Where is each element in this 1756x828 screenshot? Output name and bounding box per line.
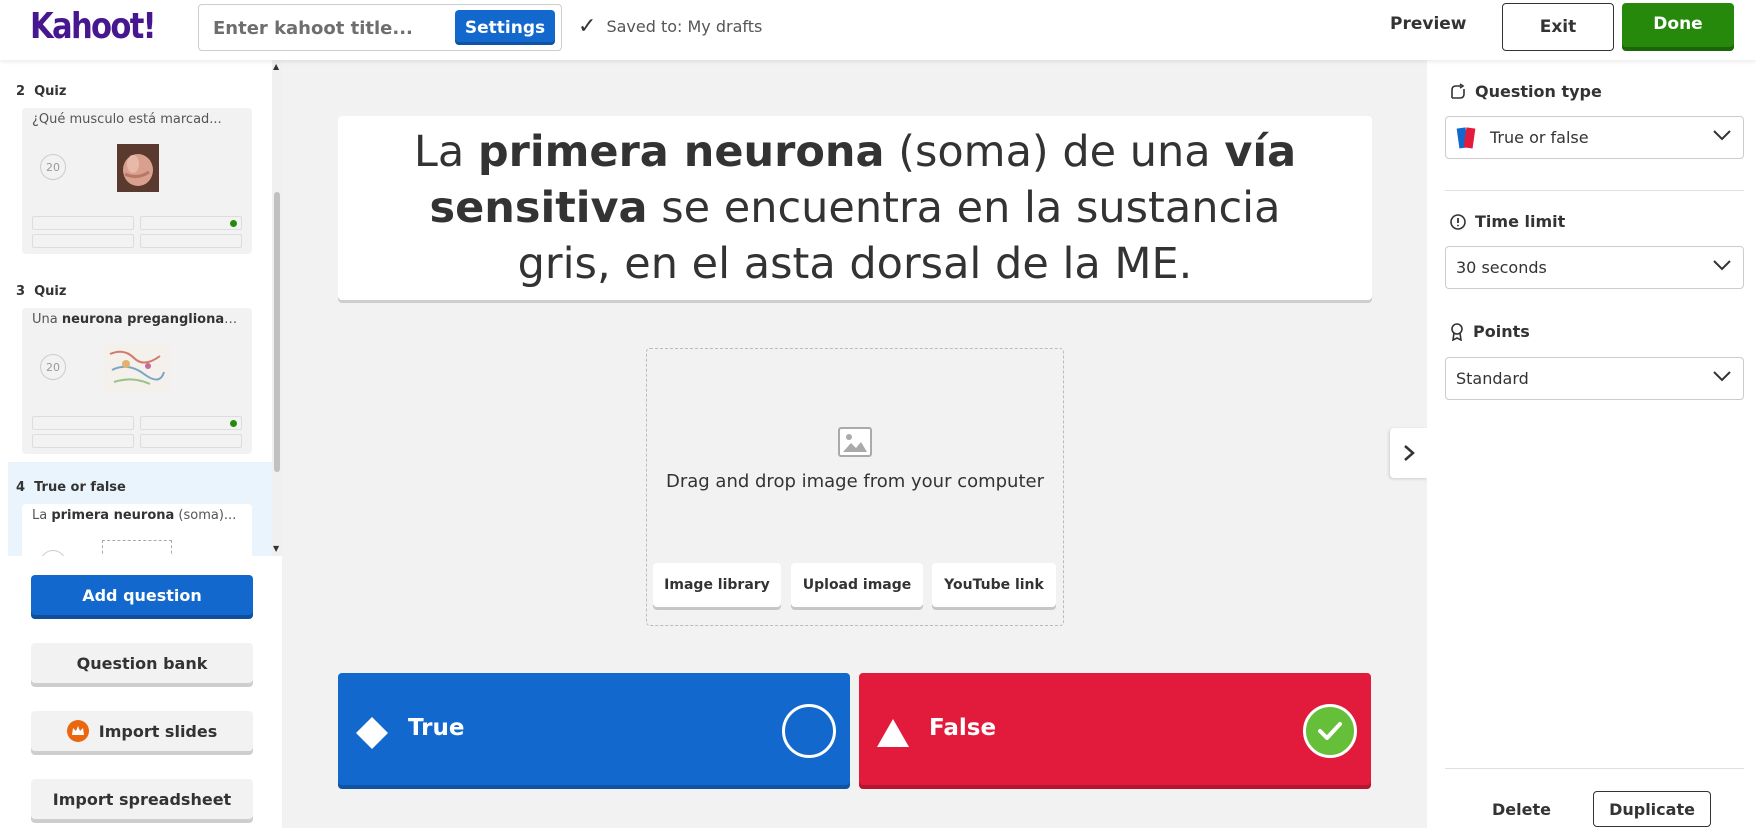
preview-button[interactable]: Preview bbox=[1390, 14, 1467, 34]
chevron-right-icon bbox=[1404, 445, 1415, 461]
question-text[interactable]: La primera neurona (soma) de una vía sen… bbox=[378, 124, 1332, 292]
answer-bar bbox=[32, 216, 134, 230]
slide-question: ¿Qué musculo está marcad... bbox=[32, 112, 222, 127]
slide-question: Una neurona preganglionar... bbox=[32, 312, 242, 327]
title-box: Settings bbox=[198, 4, 562, 51]
slide-timer: 20 bbox=[40, 154, 66, 180]
kahoot-logo[interactable]: Kahoot! bbox=[30, 6, 157, 47]
saved-status: ✓ Saved to: My drafts bbox=[578, 14, 762, 39]
answer-bar bbox=[140, 234, 242, 248]
correct-dot bbox=[230, 220, 237, 227]
slide-thumbnail bbox=[117, 144, 159, 192]
answer-true[interactable]: True bbox=[338, 673, 850, 789]
award-icon bbox=[1451, 322, 1463, 341]
slide-item[interactable]: 2 Quiz ¿Qué musculo está marcad... 20 bbox=[8, 66, 272, 266]
answer-bar bbox=[32, 416, 134, 430]
answer-bar bbox=[140, 216, 242, 230]
points-heading: Points bbox=[1449, 322, 1530, 341]
answer-label: False bbox=[929, 715, 997, 741]
slide-preview[interactable]: Una neurona preganglionar... 20 bbox=[22, 308, 252, 454]
slide-list: 2 Quiz ¿Qué musculo está marcad... 20 3 … bbox=[8, 60, 272, 556]
saved-text: Saved to: My drafts bbox=[606, 17, 763, 36]
chevron-down-icon bbox=[1713, 130, 1731, 141]
settings-button[interactable]: Settings bbox=[455, 10, 555, 45]
youtube-link-button[interactable]: YouTube link bbox=[932, 563, 1056, 607]
slide-list-scrollbar[interactable]: ▲ ▼ bbox=[272, 60, 282, 556]
kahoot-title-input[interactable] bbox=[213, 13, 443, 43]
import-slides-label: Import slides bbox=[98, 721, 218, 741]
exit-button[interactable]: Exit bbox=[1502, 3, 1614, 51]
image-icon bbox=[838, 427, 872, 457]
done-button[interactable]: Done bbox=[1622, 3, 1734, 51]
divider bbox=[1445, 768, 1744, 769]
slide-label: 4 True or false bbox=[16, 480, 126, 495]
image-library-button[interactable]: Image library bbox=[653, 563, 781, 607]
mark-correct-toggle[interactable] bbox=[782, 704, 836, 758]
collapse-panel-button[interactable] bbox=[1390, 428, 1428, 478]
delete-button[interactable]: Delete bbox=[1492, 800, 1551, 819]
slide-item[interactable]: 3 Quiz Una neurona preganglionar... 20 bbox=[8, 266, 272, 466]
slide-label: 3 Quiz bbox=[16, 284, 67, 299]
slide-thumbnail bbox=[104, 344, 170, 392]
crown-icon bbox=[66, 720, 89, 742]
question-bank-button[interactable]: Question bank bbox=[31, 643, 253, 687]
question-type-heading: Question type bbox=[1449, 82, 1602, 101]
answer-bar bbox=[140, 434, 242, 448]
answer-false[interactable]: False bbox=[859, 673, 1371, 789]
check-icon: ✓ bbox=[578, 14, 597, 39]
chevron-down-icon bbox=[1713, 371, 1731, 382]
slide-preview[interactable]: ¿Qué musculo está marcad... 20 bbox=[22, 108, 252, 254]
checkmark-icon bbox=[1318, 722, 1342, 740]
correct-dot bbox=[230, 420, 237, 427]
slide-preview[interactable]: La primera neurona (soma)... bbox=[22, 504, 252, 556]
clock-icon bbox=[1450, 213, 1466, 230]
slide-label: 2 Quiz bbox=[16, 84, 67, 99]
slide-image-placeholder bbox=[102, 540, 172, 556]
settings-panel: Question type True or false Time limit 3… bbox=[1427, 60, 1756, 828]
add-question-button[interactable]: Add question bbox=[31, 575, 253, 619]
left-sidebar: 2 Quiz ¿Qué musculo está marcad... 20 3 … bbox=[0, 60, 282, 828]
scroll-up-icon[interactable]: ▲ bbox=[273, 62, 279, 71]
scroll-down-icon[interactable]: ▼ bbox=[273, 544, 279, 553]
divider bbox=[1445, 190, 1744, 191]
question-title-box[interactable]: La primera neurona (soma) de una vía sen… bbox=[338, 116, 1372, 300]
drag-drop-text: Drag and drop image from your computer bbox=[665, 471, 1045, 492]
slide-timer bbox=[40, 550, 66, 556]
time-limit-select[interactable]: 30 seconds bbox=[1445, 246, 1744, 289]
import-slides-button[interactable]: Import slides bbox=[31, 711, 253, 755]
top-bar: Kahoot! Settings ✓ Saved to: My drafts P… bbox=[0, 0, 1756, 60]
mark-correct-toggle[interactable] bbox=[1303, 704, 1357, 758]
answer-bar bbox=[140, 416, 242, 430]
slide-item-active[interactable]: 4 True or false La primera neurona (soma… bbox=[8, 462, 272, 556]
answer-bar bbox=[32, 234, 134, 248]
triangle-icon bbox=[877, 719, 909, 747]
question-type-icon bbox=[1451, 82, 1465, 99]
time-limit-heading: Time limit bbox=[1449, 212, 1565, 231]
chevron-down-icon bbox=[1713, 260, 1731, 271]
diamond-icon bbox=[356, 717, 388, 749]
media-drop-zone[interactable]: Drag and drop image from your computer I… bbox=[646, 348, 1064, 626]
answer-label: True bbox=[408, 715, 465, 741]
question-type-select[interactable]: True or false bbox=[1445, 116, 1744, 159]
scroll-thumb[interactable] bbox=[274, 192, 280, 472]
duplicate-button[interactable]: Duplicate bbox=[1593, 791, 1711, 827]
true-false-icon bbox=[1456, 126, 1476, 148]
import-spreadsheet-button[interactable]: Import spreadsheet bbox=[31, 779, 253, 823]
slide-timer: 20 bbox=[40, 354, 66, 380]
answer-bar bbox=[32, 434, 134, 448]
upload-image-button[interactable]: Upload image bbox=[791, 563, 923, 607]
points-select[interactable]: Standard bbox=[1445, 357, 1744, 400]
slide-question: La primera neurona (soma)... bbox=[32, 508, 237, 523]
